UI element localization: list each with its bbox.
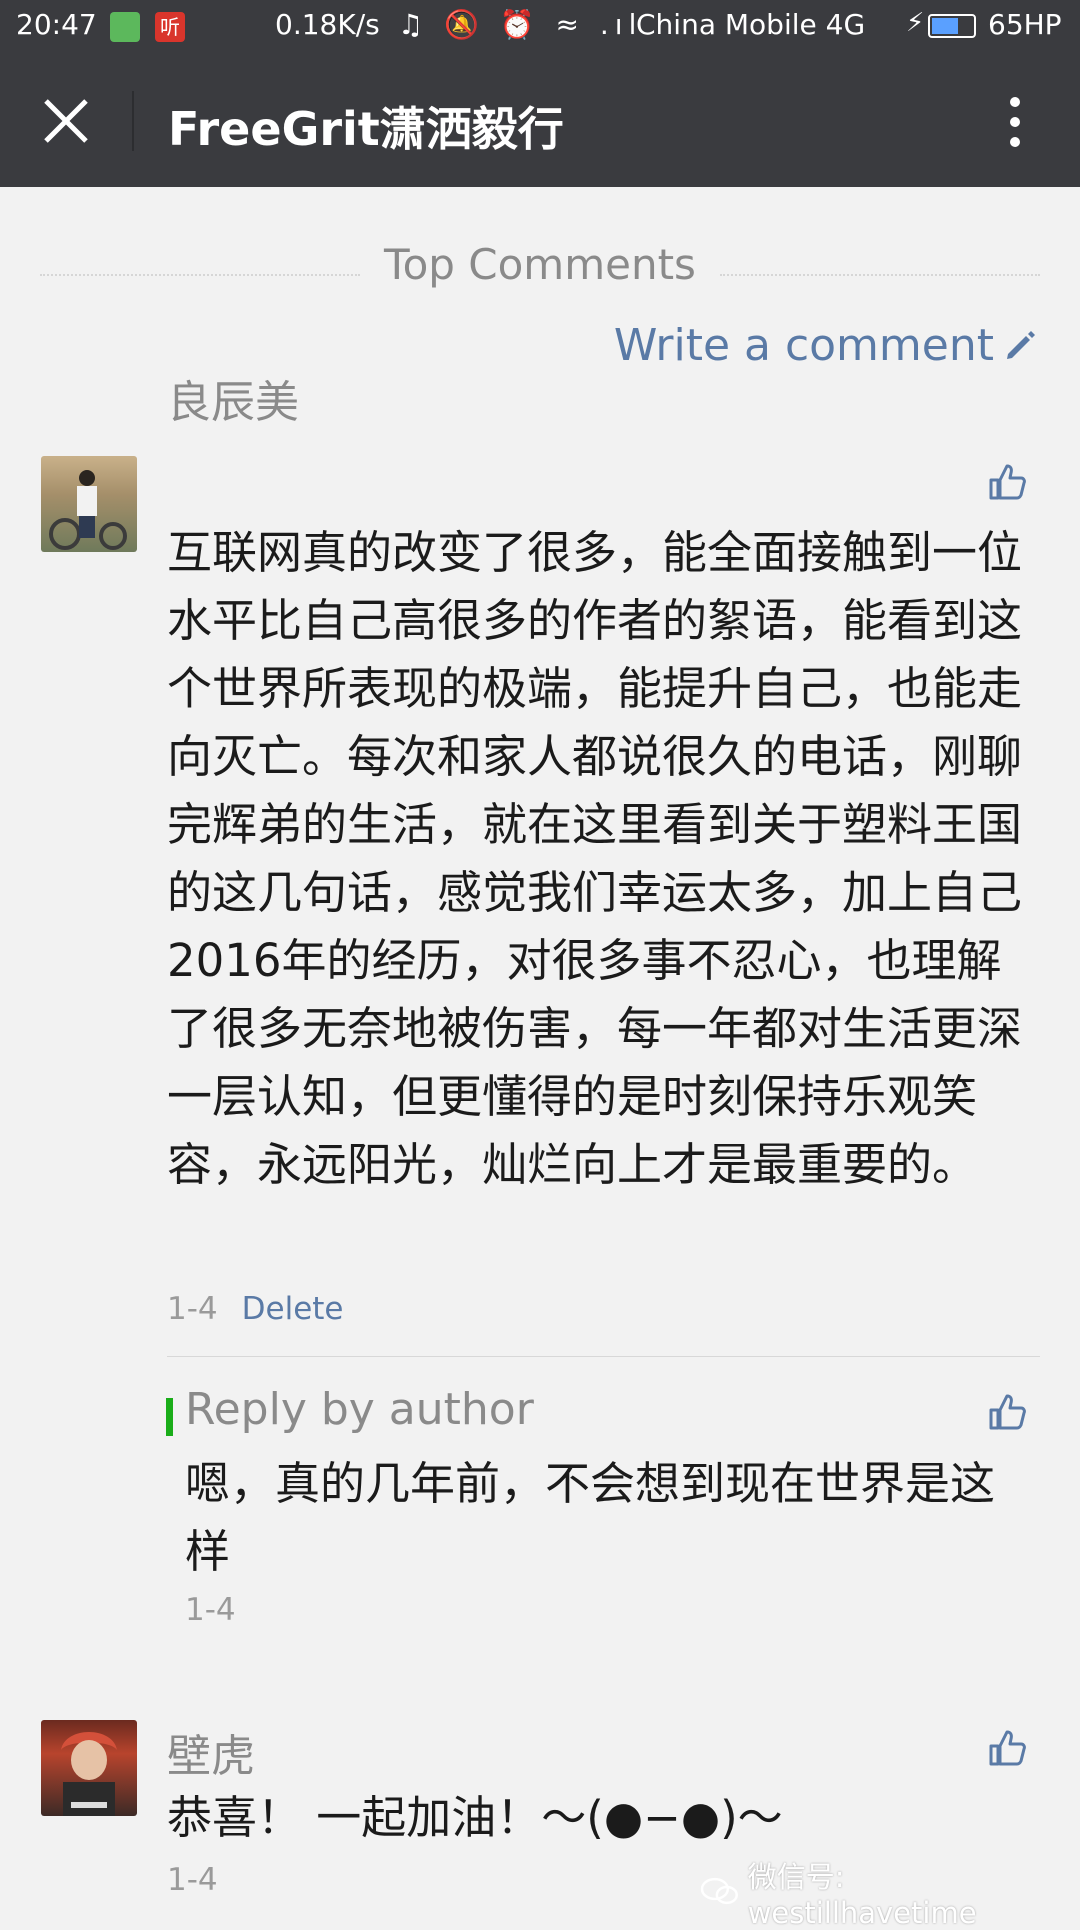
write-comment-button[interactable]: Write a comment (614, 320, 1038, 371)
comment-text: 互联网真的改变了很多，能全面接触到一位水平比自己高很多的作者的絮语，能看到这个世… (167, 526, 1023, 1191)
network-speed: 0.18K/s (275, 8, 380, 41)
status-bar: 20:47 听 0.18K/s ♫ 🔕 ⏰ ≈ .ıl China Mobile… (0, 0, 1080, 55)
comment-date: 1-4 (167, 1291, 218, 1327)
reply-label: Reply by author (185, 1384, 534, 1435)
comment-text: 恭喜！ 一起加油！～(●−●)～ (167, 1791, 783, 1844)
reply-divider (167, 1356, 1040, 1357)
comment-date: 1-4 (167, 1862, 218, 1898)
charging-icon: ⚡ (906, 8, 925, 38)
divider-left (40, 274, 360, 276)
wechat-watermark: 微信号: westillhavetime (700, 1854, 1080, 1930)
battery-saver-icon (110, 12, 140, 42)
battery-level: 65HP (988, 8, 1062, 41)
title-divider (132, 91, 134, 151)
section-title: Top Comments (384, 240, 696, 289)
like-icon[interactable] (985, 1726, 1029, 1770)
reply-text: 嗯，真的几年前，不会想到现在世界是这样 (185, 1457, 996, 1578)
more-icon (1010, 97, 1020, 107)
delete-button[interactable]: Delete (242, 1291, 344, 1327)
notification-app-icon: 听 (155, 12, 185, 42)
write-comment-label: Write a comment (613, 320, 994, 371)
close-icon (44, 99, 88, 143)
pencil-icon (1007, 330, 1035, 359)
reply-date: 1-4 (185, 1592, 236, 1628)
more-options-button[interactable] (995, 91, 1035, 155)
like-icon[interactable] (985, 460, 1029, 504)
like-icon[interactable] (985, 1390, 1029, 1434)
battery-icon (928, 14, 976, 38)
close-button[interactable] (36, 91, 96, 151)
title-bar: FreeGrit潇洒毅行 (0, 55, 1080, 187)
comment-author[interactable]: 壁虎 (167, 1720, 255, 1784)
top-comments-header: Top Comments (40, 240, 1040, 300)
comment-meta: 1-4 Delete (167, 1291, 344, 1327)
watermark-text: 微信号: westillhavetime (747, 1860, 977, 1930)
wechat-icon (700, 1877, 738, 1905)
divider-right (720, 274, 1040, 276)
carrier-label: China Mobile 4G (636, 8, 866, 41)
avatar[interactable] (41, 1720, 137, 1816)
status-time: 20:47 (16, 8, 97, 41)
comment-author[interactable]: 良辰美 (167, 366, 299, 430)
avatar[interactable] (41, 456, 137, 552)
system-icons: ♫ 🔕 ⏰ ≈ .ıl (398, 8, 643, 41)
reply-accent-bar (166, 1398, 173, 1436)
page-title: FreeGrit潇洒毅行 (168, 102, 564, 156)
